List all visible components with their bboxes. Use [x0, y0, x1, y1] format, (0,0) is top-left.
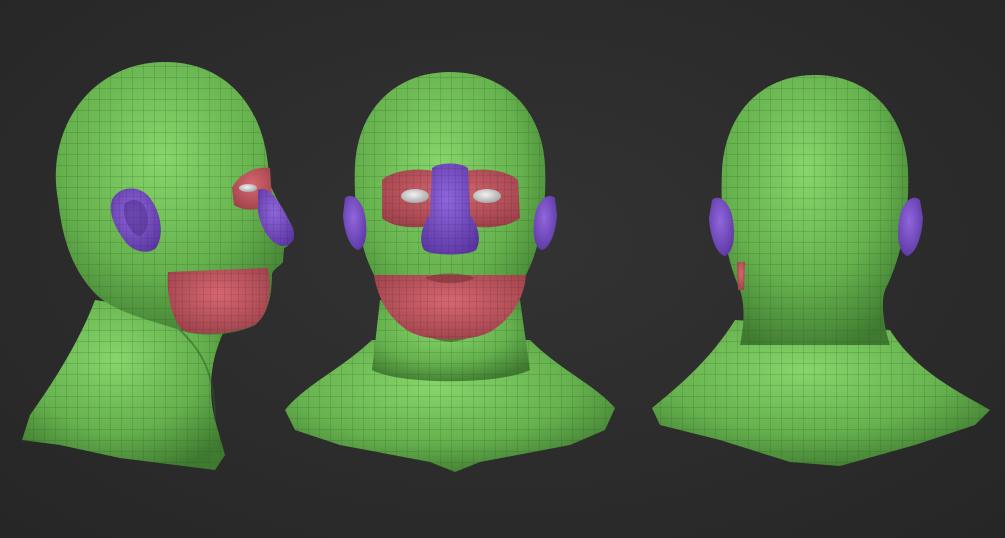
back-view-head	[652, 75, 990, 466]
side-view-head	[22, 62, 295, 470]
render-canvas	[22, 62, 990, 472]
render-viewport	[0, 0, 1005, 538]
front-view-head	[285, 72, 615, 472]
